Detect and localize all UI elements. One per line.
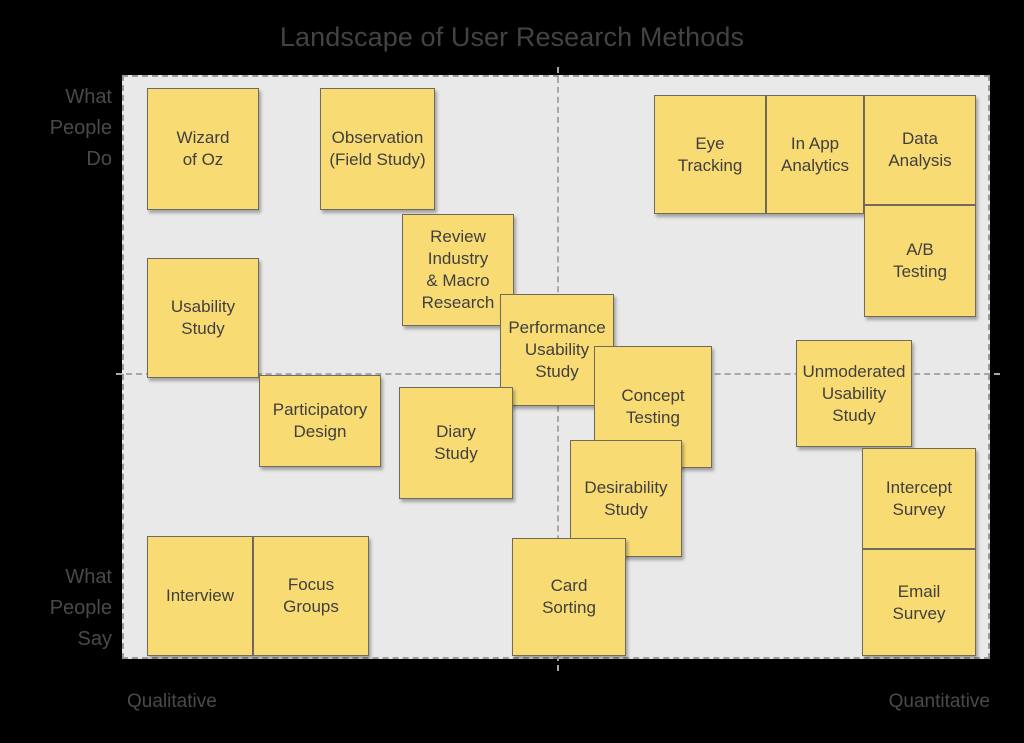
page-title: Landscape of User Research Methods [279,22,745,52]
axis-label-what-people-do: What People Do [49,86,112,170]
method-card-focus-groups[interactable]: Focus Groups [253,536,369,656]
method-card-data-analysis[interactable]: Data Analysis [864,95,976,205]
axis-label-what-people-say: What People Say [49,566,112,650]
method-card-email-survey[interactable]: Email Survey [862,549,976,656]
method-card-unmoderated-usability-study[interactable]: Unmoderated Usability Study [796,340,912,447]
axis-label-qualitative: Qualitative [127,691,217,712]
method-card-observation-field-study[interactable]: Observation (Field Study) [320,88,435,210]
method-card-wizard-of-oz[interactable]: Wizard of Oz [147,88,259,210]
method-card-eye-tracking[interactable]: Eye Tracking [654,95,766,214]
method-card-intercept-survey[interactable]: Intercept Survey [862,448,976,549]
method-card-interview[interactable]: Interview [147,536,253,656]
method-card-participatory-design[interactable]: Participatory Design [259,375,381,467]
method-card-review-industry-macro-research[interactable]: Review Industry & Macro Research [402,214,514,326]
method-card-diary-study[interactable]: Diary Study [399,387,513,499]
method-card-card-sorting[interactable]: Card Sorting [512,538,626,656]
axis-label-quantitative: Quantitative [888,691,990,712]
method-card-ab-testing[interactable]: A/B Testing [864,205,976,317]
method-card-in-app-analytics[interactable]: In App Analytics [766,95,864,214]
method-card-usability-study[interactable]: Usability Study [147,258,259,378]
